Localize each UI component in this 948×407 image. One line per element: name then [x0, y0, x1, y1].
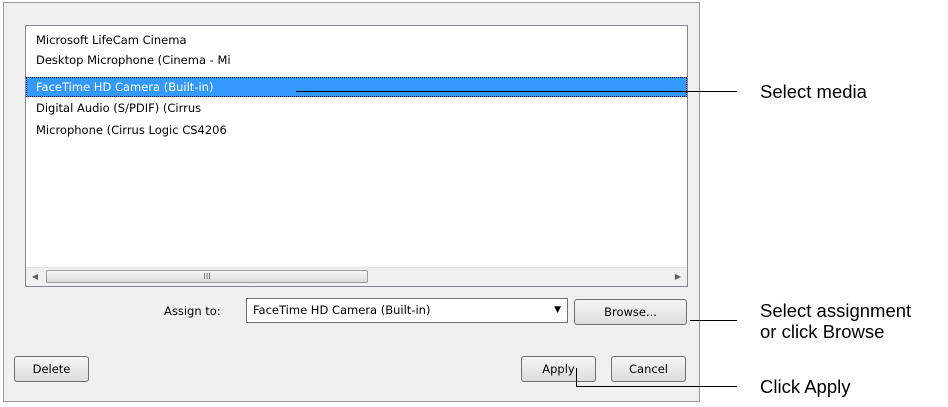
callout-line-apply-vertical: [576, 368, 577, 386]
list-item[interactable]: Desktop Microphone (Cinema - Mi: [26, 50, 687, 70]
scroll-right-icon[interactable]: ▶: [671, 270, 685, 284]
apply-button[interactable]: Apply: [521, 356, 596, 382]
horizontal-scrollbar[interactable]: ◀ III ▶: [26, 267, 687, 286]
list-item[interactable]: Microsoft LifeCam Cinema: [26, 30, 687, 50]
callout-select-assignment-line1: Select assignment: [760, 300, 912, 321]
callout-select-assignment-line2: or click Browse: [760, 321, 885, 342]
callout-select-media: Select media: [760, 81, 867, 102]
media-assignment-dialog: Microsoft LifeCam Cinema Desktop Microph…: [3, 2, 700, 402]
assign-to-label: Assign to:: [164, 304, 221, 318]
list-item[interactable]: Digital Audio (S/PDIF) (Cirrus: [26, 98, 687, 118]
assign-to-dropdown[interactable]: FaceTime HD Camera (Built-in) ▼: [246, 298, 568, 323]
list-item[interactable]: Microphone (Cirrus Logic CS4206: [26, 120, 687, 140]
media-listbox[interactable]: Microsoft LifeCam Cinema Desktop Microph…: [25, 25, 688, 287]
scroll-left-icon[interactable]: ◀: [28, 270, 42, 284]
delete-button[interactable]: Delete: [14, 356, 89, 382]
browse-button[interactable]: Browse...: [574, 299, 687, 325]
cancel-button[interactable]: Cancel: [611, 356, 686, 382]
callout-line-select-media: [296, 91, 737, 92]
scroll-thumb[interactable]: III: [46, 270, 368, 283]
callout-click-apply: Click Apply: [760, 376, 851, 397]
callout-line-apply-horizontal: [576, 386, 737, 387]
callout-line-select-assignment: [690, 320, 737, 321]
list-item-selected[interactable]: FaceTime HD Camera (Built-in): [26, 77, 687, 97]
dropdown-arrow-icon[interactable]: ▼: [554, 299, 561, 322]
assign-to-value: FaceTime HD Camera (Built-in): [253, 303, 431, 317]
